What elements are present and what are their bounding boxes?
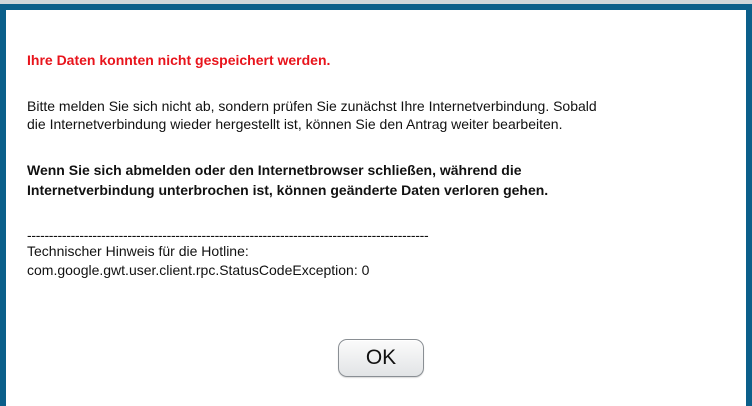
info-line-1: Bitte melden Sie sich nicht ab, sondern … <box>27 98 597 114</box>
warning-line-1: Wenn Sie sich abmelden oder den Internet… <box>27 162 522 178</box>
technical-hint-label: Technischer Hinweis für die Hotline: <box>27 243 249 259</box>
warning-line-2: Internetverbindung unterbrochen ist, kön… <box>27 182 549 198</box>
info-message: Bitte melden Sie sich nicht ab, sondern … <box>27 97 727 133</box>
separator-line: ----------------------------------------… <box>27 227 429 243</box>
info-line-2: die Internetverbindung wieder hergestell… <box>27 116 563 132</box>
warning-message: Wenn Sie sich abmelden oder den Internet… <box>27 160 727 200</box>
ok-button[interactable]: OK <box>338 339 424 377</box>
error-title: Ihre Daten konnten nicht gespeichert wer… <box>27 52 331 68</box>
error-dialog: Ihre Daten konnten nicht gespeichert wer… <box>0 4 752 406</box>
technical-hint-code: com.google.gwt.user.client.rpc.StatusCod… <box>27 262 370 278</box>
